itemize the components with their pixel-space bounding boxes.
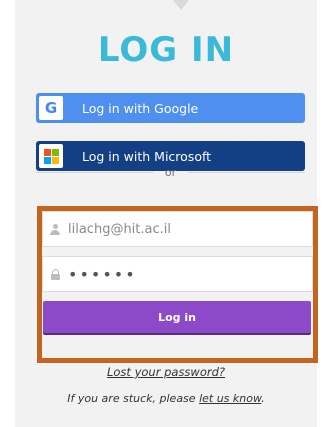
google-login-label: Log in with Google xyxy=(82,100,199,116)
let-us-know-link[interactable]: let us know xyxy=(199,392,261,405)
login-form-highlight: lilachg@hit.ac.il •••••• Log in xyxy=(37,206,318,363)
microsoft-login-label: Log in with Microsoft xyxy=(82,148,212,164)
email-field[interactable]: lilachg@hit.ac.il xyxy=(42,211,313,247)
stuck-prefix: If you are stuck, please xyxy=(67,392,200,405)
lock-icon xyxy=(48,268,62,280)
password-value: •••••• xyxy=(68,264,137,284)
panel-notch xyxy=(173,0,189,10)
user-icon xyxy=(48,223,62,235)
stuck-suffix: . xyxy=(261,392,265,405)
divider-line-left xyxy=(36,171,153,173)
google-g-icon: G xyxy=(39,96,63,120)
login-button[interactable]: Log in xyxy=(43,301,311,333)
lost-password-link[interactable]: Lost your password? xyxy=(15,365,317,379)
login-panel: LOG IN G Log in with Google Log in with … xyxy=(15,0,318,427)
password-field[interactable]: •••••• xyxy=(42,256,313,292)
divider-or-text: or xyxy=(164,165,177,179)
email-value: lilachg@hit.ac.il xyxy=(68,221,171,237)
or-divider: or xyxy=(36,165,306,179)
page-title: LOG IN xyxy=(97,30,235,70)
stuck-help-text: If you are stuck, please let us know. xyxy=(15,392,317,405)
divider-line-right xyxy=(188,171,306,173)
google-login-button[interactable]: G Log in with Google xyxy=(36,93,305,123)
